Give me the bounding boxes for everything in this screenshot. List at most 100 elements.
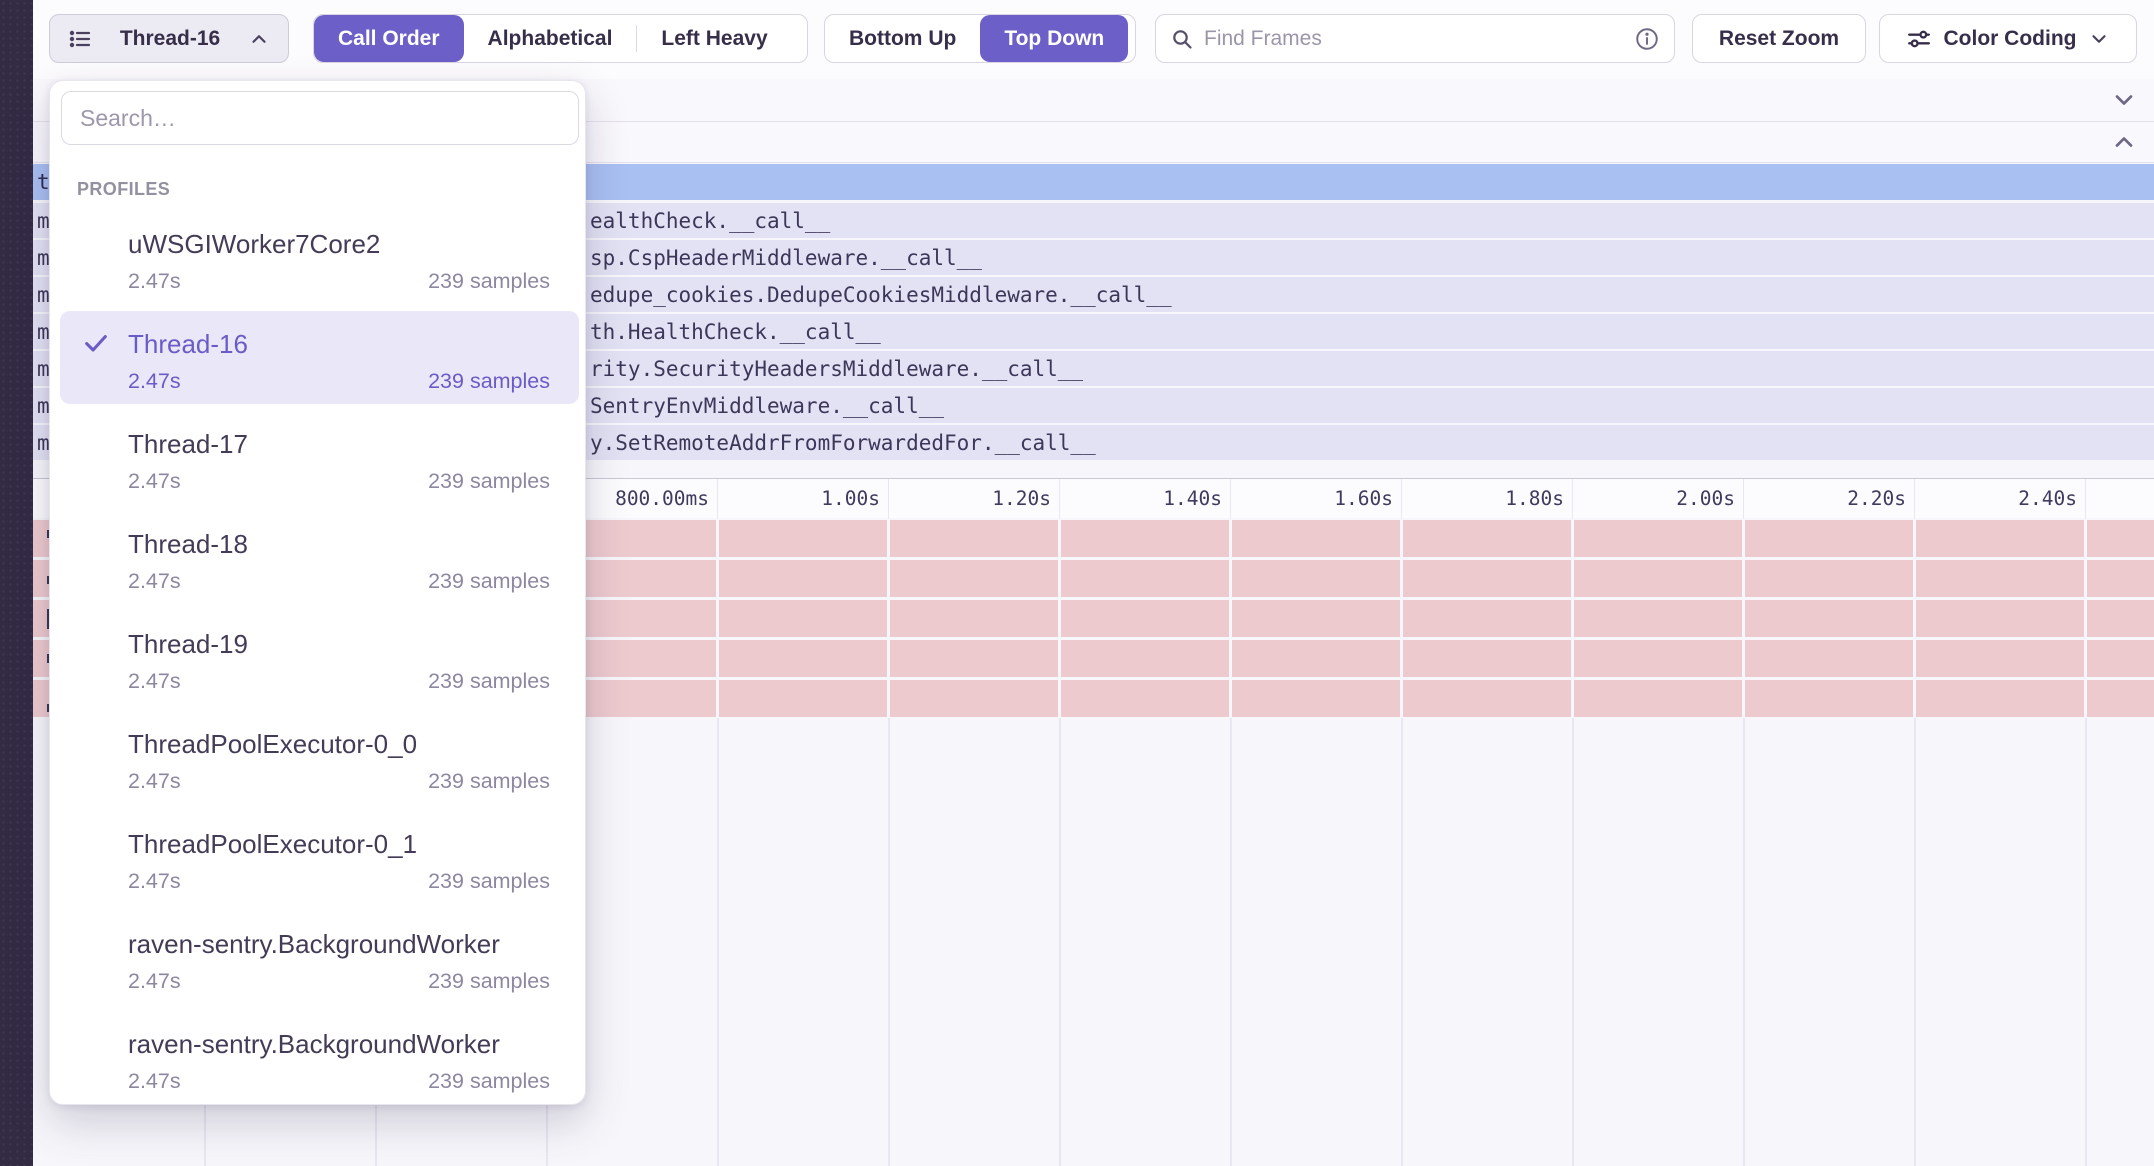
find-frames-input[interactable] <box>1204 27 1624 51</box>
profile-item-title: raven-sentry.BackgroundWorker <box>128 1029 500 1060</box>
frame-text-fragment: m <box>37 394 50 418</box>
gridline <box>1743 718 1745 1166</box>
profile-item-duration: 2.47s <box>128 569 181 594</box>
profile-item-samples: 239 samples <box>428 269 550 294</box>
direction-option-top-down[interactable]: Top Down <box>980 15 1128 62</box>
axis-tick-line <box>1743 479 1744 519</box>
frame-text-fragment: edupe_cookies.DedupeCookiesMiddleware.__… <box>590 283 1172 307</box>
direction-option-bottom-up[interactable]: Bottom Up <box>825 15 980 62</box>
profile-item-duration: 2.47s <box>128 469 181 494</box>
profile-item-title: Thread-19 <box>128 629 248 660</box>
profile-item-title: ThreadPoolExecutor-0_0 <box>128 729 417 760</box>
profiles-section-label: PROFILES <box>77 179 170 200</box>
axis-tick-line <box>1230 479 1231 519</box>
profile-item-title: Thread-18 <box>128 529 248 560</box>
axis-tick-label: 1.40s <box>1163 487 1230 510</box>
axis-tick-line <box>2085 479 2086 519</box>
axis-tick-line <box>1914 479 1915 519</box>
list-icon <box>68 27 92 51</box>
gridline <box>2085 718 2087 1166</box>
axis-tick-label: 2.20s <box>1847 487 1914 510</box>
profile-item-samples: 239 samples <box>428 369 550 394</box>
axis-tick-label: 1.20s <box>992 487 1059 510</box>
gridline <box>1229 520 1232 718</box>
profile-list-item[interactable]: ThreadPoolExecutor-0_0 2.47s 239 samples <box>50 709 586 809</box>
sort-option-call-order[interactable]: Call Order <box>314 15 464 62</box>
gridline <box>1572 718 1574 1166</box>
profile-list-item[interactable]: ThreadPoolExecutor-0_1 2.47s 239 samples <box>50 809 586 909</box>
profile-item-title: raven-sentry.BackgroundWorker <box>128 929 500 960</box>
profile-list-item[interactable]: Thread-18 2.47s 239 samples <box>50 509 586 609</box>
find-frames-searchbox[interactable] <box>1155 14 1675 63</box>
gridline <box>1913 520 1916 718</box>
frame-text-fragment: sp.CspHeaderMiddleware.__call__ <box>590 246 982 270</box>
gridline <box>1059 718 1061 1166</box>
gridline <box>1571 520 1574 718</box>
profile-item-duration: 2.47s <box>128 1069 181 1094</box>
profile-item-samples: 239 samples <box>428 969 550 994</box>
profile-item-samples: 239 samples <box>428 569 550 594</box>
chevron-up-icon[interactable] <box>2110 128 2138 156</box>
profile-item-duration: 2.47s <box>128 769 181 794</box>
info-icon[interactable] <box>1634 26 1660 52</box>
search-icon <box>1170 27 1194 51</box>
axis-tick-label: 800.00ms <box>615 487 717 510</box>
frame-text-fragment: m <box>37 283 50 307</box>
color-coding-button[interactable]: Color Coding <box>1879 14 2137 63</box>
profile-list-item[interactable]: raven-sentry.BackgroundWorker 2.47s 239 sa… <box>50 1009 586 1105</box>
profile-list-item[interactable]: Thread-17 2.47s 239 samples <box>50 409 586 509</box>
gridline <box>716 520 719 718</box>
gridline <box>2084 520 2087 718</box>
axis-tick-label: 2.40s <box>2018 487 2085 510</box>
axis-tick-line <box>888 479 889 519</box>
profile-item-duration: 2.47s <box>128 669 181 694</box>
profile-search-input[interactable] <box>61 91 579 145</box>
gridline <box>887 520 890 718</box>
profile-item-duration: 2.47s <box>128 269 181 294</box>
reset-zoom-button[interactable]: Reset Zoom <box>1692 14 1866 63</box>
axis-tick-line <box>1401 479 1402 519</box>
profile-item-samples: 239 samples <box>428 769 550 794</box>
profile-list-item[interactable]: uWSGIWorker7Core22.47s239 samples <box>50 209 586 309</box>
frame-text-fragment: m <box>37 431 50 455</box>
frame-text-fragment: th.HealthCheck.__call__ <box>590 320 881 344</box>
frame-text-fragment: SentryEnvMiddleware.__call__ <box>590 394 944 418</box>
sliders-icon <box>1906 26 1932 52</box>
gridline <box>1230 718 1232 1166</box>
gridline <box>1914 718 1916 1166</box>
axis-tick-line <box>717 479 718 519</box>
profile-list: uWSGIWorker7Core22.47s239 samplesThread-… <box>50 209 586 1105</box>
profile-item-duration: 2.47s <box>128 869 181 894</box>
profile-item-samples: 239 samples <box>428 469 550 494</box>
flamegraph-toolbar: Thread-16 Call Order Alphabetical Left H… <box>33 0 2154 79</box>
gridline <box>717 718 719 1166</box>
profile-item-samples: 239 samples <box>428 1069 550 1094</box>
sort-option-alphabetical[interactable]: Alphabetical <box>464 15 637 62</box>
profile-item-duration: 2.47s <box>128 369 181 394</box>
profile-item-samples: 239 samples <box>428 669 550 694</box>
thread-selector-button[interactable]: Thread-16 <box>49 14 289 63</box>
axis-tick-line <box>1572 479 1573 519</box>
frame-text-fragment: rity.SecurityHeadersMiddleware.__call__ <box>590 357 1083 381</box>
profile-item-samples: 239 samples <box>428 869 550 894</box>
thread-selector-label: Thread-16 <box>120 27 220 51</box>
profile-list-item[interactable]: Thread-19 2.47s 239 samples <box>50 609 586 709</box>
profile-list-item[interactable]: raven-sentry.BackgroundWorker2.47s239 sa… <box>50 909 586 1009</box>
axis-tick-label: 1.80s <box>1505 487 1572 510</box>
frame-text-fragment: t <box>37 170 50 194</box>
thread-dropdown-panel: PROFILES uWSGIWorker7Core22.47s239 sampl… <box>49 80 586 1105</box>
frame-text-fragment: m <box>37 209 50 233</box>
axis-tick-line <box>1059 479 1060 519</box>
gridline <box>1401 718 1403 1166</box>
color-coding-label: Color Coding <box>1944 27 2077 51</box>
frame-text-fragment: y.SetRemoteAddrFromForwardedFor.__call__ <box>590 431 1096 455</box>
profile-item-title: Thread-16 <box>128 329 248 360</box>
app-sidebar-strip <box>0 0 33 1166</box>
profile-item-title: ThreadPoolExecutor-0_1 <box>128 829 417 860</box>
gridline <box>888 718 890 1166</box>
profile-item-title: Thread-17 <box>128 429 248 460</box>
chevron-down-icon[interactable] <box>2110 86 2138 114</box>
profile-list-item[interactable]: Thread-16 2.47s 239 samples <box>50 309 586 409</box>
axis-tick-label: 1.60s <box>1334 487 1401 510</box>
sort-option-left-heavy[interactable]: Left Heavy <box>637 15 791 62</box>
